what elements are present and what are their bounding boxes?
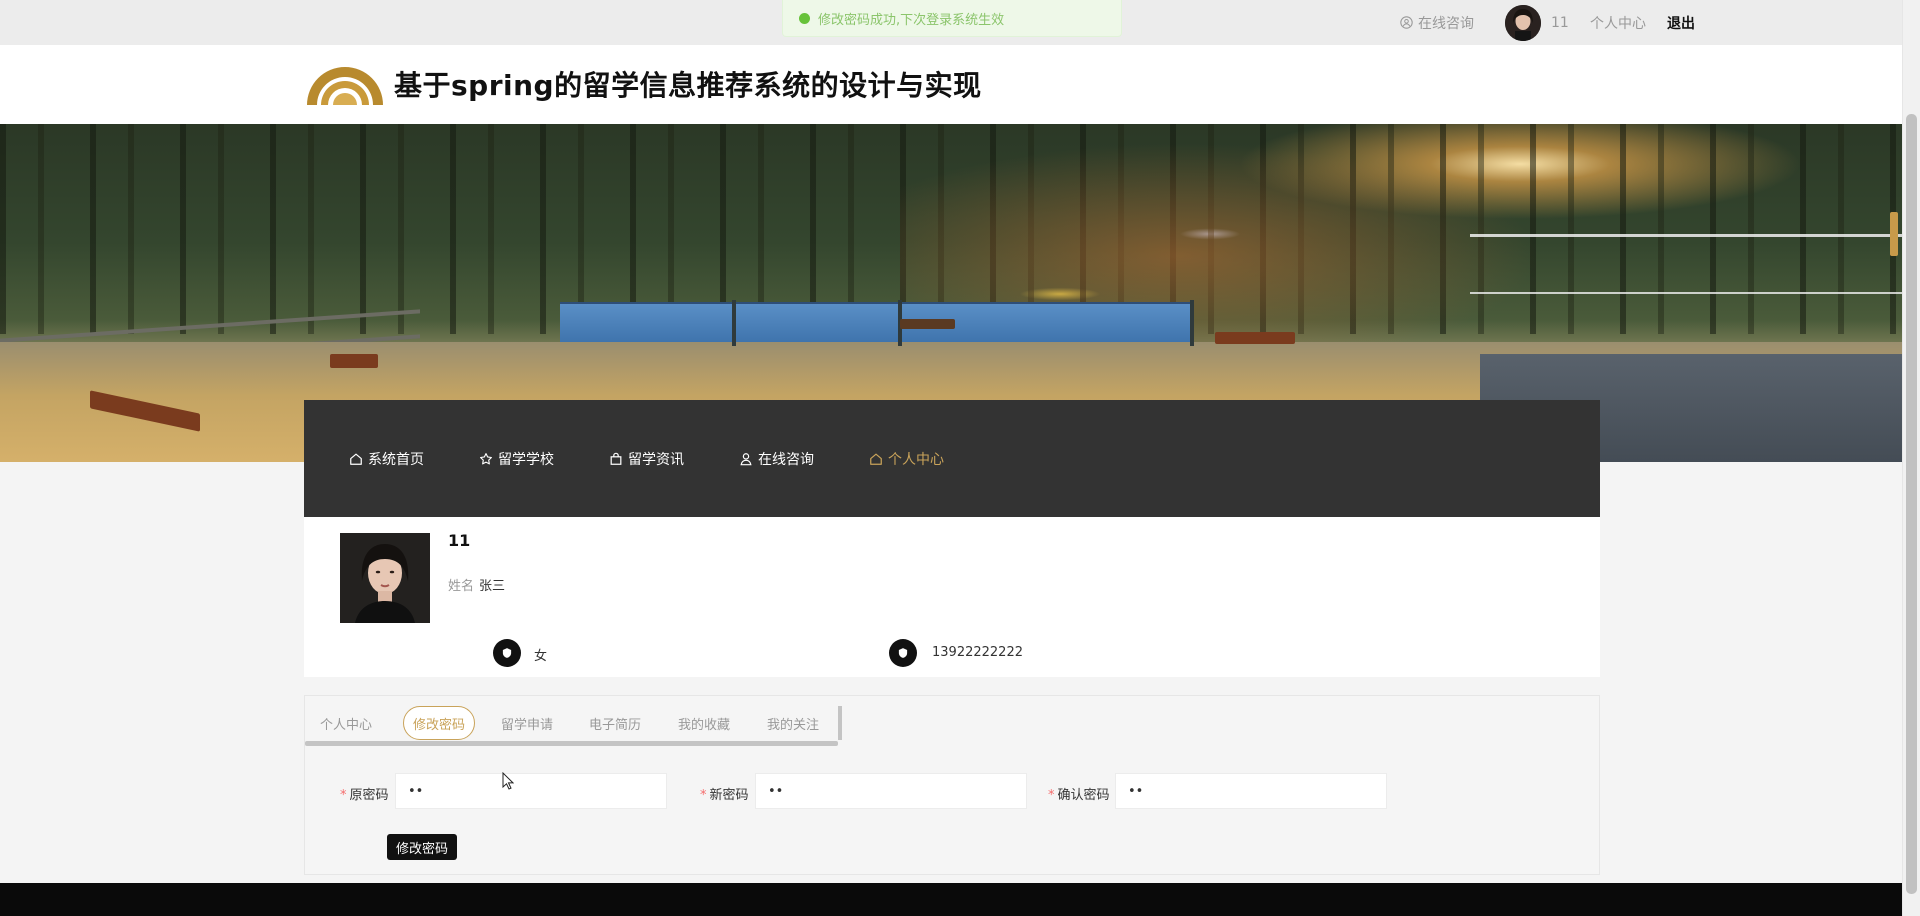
tab-study-application[interactable]: 留学申请 [501,706,553,740]
nav-item-personal-center[interactable]: 个人中心 [869,400,944,517]
topbar-personal-center-link[interactable]: 个人中心 [1590,0,1646,45]
account-panel: 个人中心 修改密码 留学申请 电子简历 我的收藏 我的关注 *原密码 *新密码 … [304,695,1600,875]
nav-item-label: 留学资讯 [628,451,684,468]
tab-scroll-edge [838,706,842,740]
new-password-label: * 新密码 [700,788,749,803]
nav-item-label: 在线咨询 [758,451,814,468]
old-password-input[interactable] [395,773,667,809]
bag-icon [610,452,622,465]
tab-personal-center[interactable]: 个人中心 [320,706,372,740]
toast-message: 修改密码成功,下次登录系统生效 [818,12,1005,28]
profile-name-label: 姓名 [448,579,475,594]
topbar-avatar[interactable] [1505,5,1541,41]
tab-change-password[interactable]: 修改密码 [403,706,476,740]
profile-username: 11 [448,531,471,550]
nav-item-schools[interactable]: 留学学校 [479,400,554,517]
nav-item-label: 留学学校 [498,451,554,468]
page-scrollbar[interactable] [1902,0,1920,916]
success-toast: 修改密码成功,下次登录系统生效 [782,0,1122,37]
profile-card: 11 姓名 张三 女 13922222222 [304,517,1600,677]
tab-scrollbar[interactable] [305,741,838,746]
site-logo-icon [307,67,383,105]
new-password-input[interactable] [755,773,1027,809]
success-icon [799,12,810,24]
change-password-button[interactable]: 修改密码 [387,834,458,860]
side-scroll-marker [1890,212,1898,256]
nav-item-home[interactable]: 系统首页 [349,400,424,517]
site-header: 基于spring的留学信息推荐系统的设计与实现 [0,45,1902,124]
tab-resume[interactable]: 电子简历 [589,706,641,740]
home-icon [350,453,362,465]
page-footer [0,883,1902,916]
old-password-label: * 原密码 [340,788,389,803]
mouse-cursor-icon [502,772,514,790]
consult-icon [1400,16,1413,29]
nav-item-label: 系统首页 [368,451,424,468]
site-title: 基于spring的留学信息推荐系统的设计与实现 [394,69,982,102]
page-scrollbar-thumb[interactable] [1906,114,1917,894]
user-icon [740,452,752,465]
tab-follows[interactable]: 我的关注 [767,706,819,740]
star-icon [480,452,492,464]
home-icon [870,453,882,465]
topbar-consult-label: 在线咨询 [1418,15,1474,32]
tab-favorites[interactable]: 我的收藏 [678,706,730,740]
nav-item-label: 个人中心 [888,451,944,468]
main-navbar: 系统首页 留学学校 留学资讯 在线咨询 个人中心 [304,400,1600,517]
profile-name-value: 张三 [479,579,506,594]
gender-badge-icon [493,639,521,667]
topbar-username[interactable]: 11 [1551,0,1569,45]
profile-avatar [340,533,430,623]
nav-item-consult[interactable]: 在线咨询 [739,400,814,517]
profile-gender: 女 [534,649,548,664]
topbar-logout-button[interactable]: 退出 [1667,0,1695,45]
confirm-password-label: * 确认密码 [1048,788,1110,803]
nav-item-news[interactable]: 留学资讯 [609,400,684,517]
confirm-password-input[interactable] [1115,773,1387,809]
topbar-consult-link[interactable]: 在线咨询 [1400,0,1474,45]
profile-phone: 13922222222 [932,645,1023,660]
phone-badge-icon [889,639,917,667]
